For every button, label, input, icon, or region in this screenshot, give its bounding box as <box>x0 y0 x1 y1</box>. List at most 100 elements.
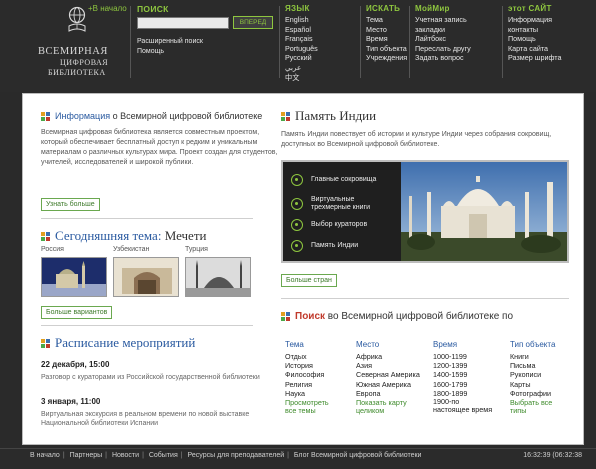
site-map[interactable]: Карта сайта <box>508 44 561 54</box>
my-world-send[interactable]: Переслать другу <box>415 44 471 54</box>
language-arabic[interactable]: عربي <box>285 63 318 73</box>
globe-book-emblem-icon <box>68 6 86 32</box>
india-menu-label: Выбор кураторов <box>311 221 368 228</box>
search-type-item[interactable]: Фотографии <box>510 389 555 398</box>
search-go-button[interactable]: ВПЕРЕД <box>233 16 273 29</box>
home-link[interactable]: +В начало <box>88 4 127 13</box>
browse-place[interactable]: Место <box>366 25 407 35</box>
language-russian[interactable]: Русский <box>285 53 318 63</box>
link-line: целиком <box>356 406 385 416</box>
site-font-size[interactable]: Размер шрифта <box>508 53 561 63</box>
language-menu: ЯЗЫК English Español Français Português … <box>285 4 318 82</box>
footer-link-news[interactable]: Новости <box>112 452 139 459</box>
search-topic-item[interactable]: История <box>285 361 329 370</box>
site-contacts[interactable]: контакты <box>508 25 561 35</box>
separator: | <box>105 452 107 459</box>
search-place-item[interactable]: Африка <box>356 352 420 361</box>
my-world-lightbox[interactable]: Лайтбокс <box>415 34 471 44</box>
footer-link-teachers[interactable]: Ресурсы для преподавателей <box>188 452 285 459</box>
india-text: Память Индии повествует об истории и кул… <box>281 131 552 148</box>
site-heading: этот САЙТ <box>508 4 552 13</box>
advanced-search-link[interactable]: Расширенный поиск <box>137 38 203 45</box>
search-place-item[interactable]: Азия <box>356 361 420 370</box>
my-world-ask[interactable]: Задать вопрос <box>415 53 471 63</box>
logo-text-line-2: ЦИФРОВАЯ <box>60 58 109 67</box>
search-topic-item[interactable]: Отдых <box>285 352 329 361</box>
event-description[interactable]: Разговор с кураторами из Российской госу… <box>41 373 281 382</box>
search-place-item[interactable]: Южная Америка <box>356 380 420 389</box>
site-logo[interactable]: ВСЕМИРНАЯ ЦИФРОВАЯ БИБЛИОТЕКА <box>30 6 130 84</box>
language-french[interactable]: Français <box>285 34 318 44</box>
mosque-thumbnail-russia[interactable] <box>41 257 107 297</box>
india-heading: Память Индии <box>281 108 376 124</box>
search-topic-item[interactable]: Философия <box>285 370 329 379</box>
search-time-item[interactable]: 1000-1199 <box>433 352 495 361</box>
divider <box>409 6 410 78</box>
wdl-squares-icon <box>41 111 50 121</box>
taj-mahal-photo[interactable] <box>401 162 569 261</box>
india-heading-text[interactable]: Память Индии <box>295 108 376 124</box>
search-time-item[interactable]: 1200-1399 <box>433 361 495 370</box>
site-help[interactable]: Помощь <box>508 34 561 44</box>
footer-link-partners[interactable]: Партнеры <box>70 452 103 459</box>
search-time-item[interactable]: 1900-по настоящее время <box>433 398 495 414</box>
language-portuguese[interactable]: Português <box>285 44 318 54</box>
view-all-topics-link[interactable]: Просмотреть все темы <box>285 399 329 415</box>
show-full-map-link[interactable]: Показать карту целиком <box>356 399 420 415</box>
india-menu-memory[interactable]: Память Индии <box>291 240 358 252</box>
divider <box>130 6 131 78</box>
search-type-item[interactable]: Рукописи <box>510 370 555 379</box>
divider <box>502 6 503 78</box>
india-menu-treasures[interactable]: Главные сокровища <box>291 174 376 186</box>
search-by-heading: Поиск во Всемирной цифровой библиотеке п… <box>281 311 513 322</box>
site-info[interactable]: Информация <box>508 15 561 25</box>
search-col-heading: Тип объекта <box>510 340 556 349</box>
language-spanish[interactable]: Español <box>285 25 318 35</box>
wdl-squares-icon <box>281 111 290 121</box>
footer-links: В начало | Партнеры | Новости | События | Ре… <box>30 452 421 459</box>
divider <box>360 6 361 78</box>
mosque-thumbnail-turkey[interactable] <box>185 257 251 297</box>
select-all-types-link[interactable]: Выбрать все типы <box>510 399 555 415</box>
about-heading: Информация о Всемирной цифровой библиоте… <box>41 111 262 121</box>
language-chinese[interactable]: 中文 <box>285 73 318 83</box>
footer-link-blog[interactable]: Блог Всемирной цифровой библиотеки <box>294 452 422 459</box>
today-theme-label: Сегодняшняя тема: <box>55 228 162 243</box>
search-place-item[interactable]: Европа <box>356 389 420 398</box>
separator: | <box>180 452 183 459</box>
search-input[interactable] <box>137 17 229 29</box>
event-date: 22 декабря, 15:00 <box>41 360 110 369</box>
search-time-item[interactable]: 1600-1799 <box>433 380 495 389</box>
main-content: Информация о Всемирной цифровой библиоте… <box>22 93 584 445</box>
today-theme-heading: Сегодняшняя тема: Мечети <box>41 228 206 244</box>
footer-link-events[interactable]: События <box>149 452 178 459</box>
thumb-label-russia: Россия <box>41 246 64 253</box>
event-description[interactable]: Виртуальная экскурсия в реальном времени… <box>41 410 281 428</box>
browse-institutions[interactable]: Учреждения <box>366 53 407 63</box>
browse-type[interactable]: Тип объекта <box>366 44 407 54</box>
my-world-bookmarks[interactable]: закладки <box>415 25 471 35</box>
learn-more-button[interactable]: Узнать больше <box>41 198 100 211</box>
search-topic-item[interactable]: Наука <box>285 389 329 398</box>
browse-topic[interactable]: Тема <box>366 15 407 25</box>
about-text: Всемирная цифровая библиотека является с… <box>41 129 278 166</box>
india-menu-curators[interactable]: Выбор кураторов <box>291 219 367 231</box>
search-type-item[interactable]: Письма <box>510 361 555 370</box>
mosque-thumbnail-uzbekistan[interactable] <box>113 257 179 297</box>
my-world-account[interactable]: Учетная запись <box>415 15 471 25</box>
search-topic-item[interactable]: Религия <box>285 380 329 389</box>
more-options-button[interactable]: Больше вариантов <box>41 306 113 319</box>
search-type-item[interactable]: Карты <box>510 380 555 389</box>
search-type-item[interactable]: Книги <box>510 352 555 361</box>
search-time-item[interactable]: 1400-1599 <box>433 370 495 379</box>
circle-bullet-icon <box>291 219 303 231</box>
about-heading-highlight[interactable]: Информация <box>55 111 110 121</box>
search-help-link[interactable]: Помощь <box>137 48 164 55</box>
more-countries-button[interactable]: Больше стран <box>281 274 337 287</box>
language-english[interactable]: English <box>285 15 318 25</box>
browse-time[interactable]: Время <box>366 34 407 44</box>
search-place-item[interactable]: Северная Америка <box>356 370 420 379</box>
india-menu-3d-books[interactable]: Виртуальные трехмерные книги <box>291 196 395 212</box>
footer-link-home[interactable]: В начало <box>30 452 60 459</box>
logo-text-line-1: ВСЕМИРНАЯ <box>38 46 108 57</box>
